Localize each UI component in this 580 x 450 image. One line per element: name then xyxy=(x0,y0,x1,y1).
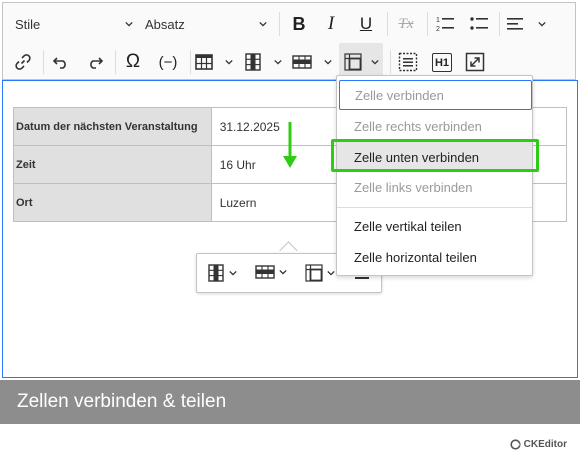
table-row-icon xyxy=(255,265,275,279)
fullscreen-icon xyxy=(465,52,485,72)
annotation-arrow-icon xyxy=(283,122,297,168)
align-left-icon xyxy=(507,18,523,30)
menu-item-split-horizontal[interactable]: Zelle horizontal teilen xyxy=(337,242,532,272)
chevron-down-icon xyxy=(327,270,335,276)
alignment-dropdown[interactable] xyxy=(506,5,546,43)
ckeditor-logo-icon xyxy=(510,439,521,450)
bulleted-list-button[interactable] xyxy=(467,5,491,43)
chevron-down-icon xyxy=(370,59,379,65)
toolbar: Stile Absatz B I U Tx 1 2 Ω (−) H1 xyxy=(2,2,576,81)
numbered-list-icon: 1 2 xyxy=(436,17,454,33)
editor-frame: Stile Absatz B I U Tx 1 2 Ω (−) H1 Datum… xyxy=(0,0,580,450)
balloon-row-dropdown[interactable] xyxy=(255,264,287,280)
heading1-icon: H1 xyxy=(431,52,453,72)
table-column-icon xyxy=(245,53,261,71)
menu-separator xyxy=(337,207,532,208)
italic-button[interactable]: I xyxy=(319,5,343,43)
caption-text: Zellen verbinden & teilen xyxy=(17,391,227,412)
special-characters-icon: Ω xyxy=(125,51,141,72)
heading1-label: H1 xyxy=(434,56,450,69)
insert-table-icon xyxy=(195,54,213,70)
chevron-down-icon xyxy=(125,21,133,27)
table-column-dropdown[interactable] xyxy=(244,43,282,81)
underline-button[interactable]: U xyxy=(354,5,378,43)
toolbar-separator xyxy=(427,12,428,36)
table-header-cell[interactable]: Zeit xyxy=(13,145,212,184)
balloon-column-dropdown[interactable] xyxy=(207,264,237,282)
remove-format-button[interactable]: Tx xyxy=(394,5,418,43)
menu-item-split-vertical[interactable]: Zelle vertikal teilen xyxy=(337,211,532,241)
toolbar-separator xyxy=(499,12,500,36)
link-button[interactable] xyxy=(11,43,35,81)
redo-button[interactable] xyxy=(83,43,107,81)
table-properties-icon[interactable] xyxy=(355,277,369,279)
toolbar-separator xyxy=(390,50,391,74)
svg-text:1: 1 xyxy=(436,17,440,24)
italic-icon: I xyxy=(327,13,335,34)
undo-icon xyxy=(52,57,66,69)
toolbar-separator xyxy=(190,50,191,74)
table-row-icon xyxy=(292,55,312,69)
placeholder-icon: (−) xyxy=(158,53,178,71)
heading-dropdown[interactable]: Absatz xyxy=(145,5,267,43)
merge-cells-icon xyxy=(305,264,323,282)
numbered-list-button[interactable]: 1 2 xyxy=(433,5,457,43)
underline-icon: U xyxy=(359,14,373,33)
style-dropdown[interactable]: Stile xyxy=(15,5,133,43)
toolbar-separator xyxy=(387,12,388,36)
placeholder-button[interactable]: (−) xyxy=(153,43,183,81)
chevron-down-icon xyxy=(324,59,332,65)
chevron-down-icon xyxy=(274,59,282,65)
style-dropdown-label: Stile xyxy=(15,16,41,32)
bold-icon: B xyxy=(292,13,306,34)
table-row-dropdown[interactable] xyxy=(292,43,332,81)
table-header-cell[interactable]: Ort xyxy=(13,183,212,222)
merge-cells-menu: Zelle verbinden Zelle rechts verbinden Z… xyxy=(336,75,533,276)
link-icon xyxy=(15,54,31,70)
toolbar-separator xyxy=(279,12,280,36)
chevron-down-icon xyxy=(225,59,233,65)
heading-dropdown-label: Absatz xyxy=(145,16,185,32)
page-break-icon xyxy=(398,52,418,72)
toolbar-row-1: Stile Absatz B I U Tx 1 2 xyxy=(3,5,575,43)
highlight-frame xyxy=(331,139,539,172)
ckeditor-logo-text: CKEditor xyxy=(523,439,567,450)
table-column-icon xyxy=(208,264,224,282)
chevron-down-icon xyxy=(538,21,546,27)
svg-text:2: 2 xyxy=(436,26,440,33)
insert-table-dropdown[interactable] xyxy=(195,43,233,81)
toolbar-separator xyxy=(115,50,116,74)
chevron-down-icon xyxy=(259,21,267,27)
menu-item-merge-cells[interactable]: Zelle verbinden xyxy=(339,80,532,110)
toolbar-separator xyxy=(43,50,44,74)
chevron-down-icon xyxy=(279,269,287,275)
menu-item-merge-right[interactable]: Zelle rechts verbinden xyxy=(337,111,532,141)
caption-bar: Zellen verbinden & teilen xyxy=(0,380,580,424)
special-characters-button[interactable]: Ω xyxy=(121,43,145,81)
ckeditor-brand: CKEditor xyxy=(510,439,567,450)
remove-format-icon: Tx xyxy=(398,15,414,32)
balloon-merge-dropdown[interactable] xyxy=(305,264,335,282)
merge-cells-icon xyxy=(343,53,362,71)
chevron-down-icon xyxy=(229,270,237,276)
menu-item-merge-left[interactable]: Zelle links verbinden xyxy=(337,172,532,202)
bold-button[interactable]: B xyxy=(287,5,311,43)
redo-icon xyxy=(90,57,104,69)
table-header-cell[interactable]: Datum der nächsten Veranstaltung xyxy=(13,107,212,146)
bulleted-list-icon xyxy=(470,17,488,30)
undo-button[interactable] xyxy=(49,43,73,81)
